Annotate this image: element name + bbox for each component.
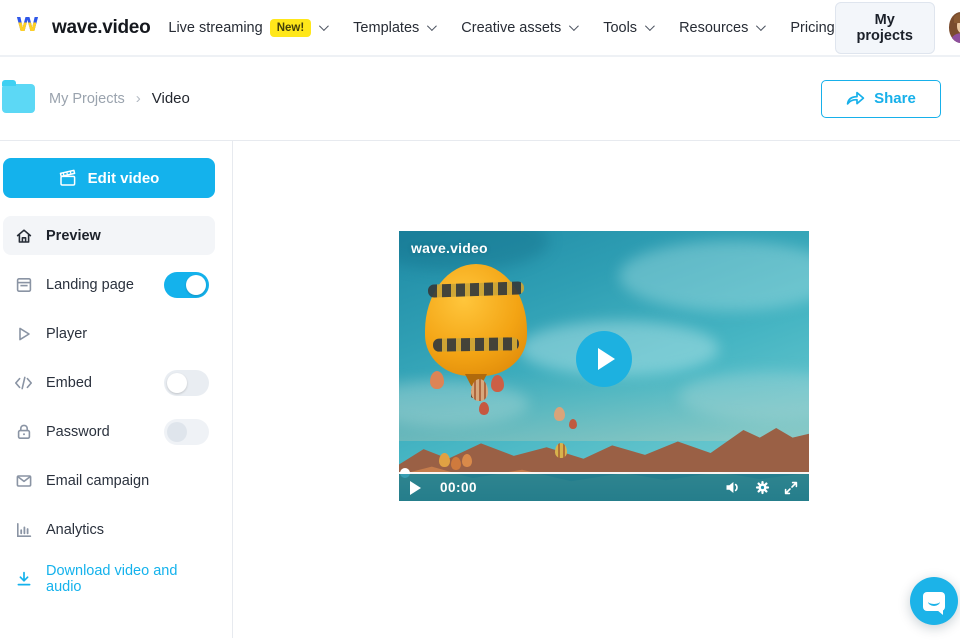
chevron-down-icon (427, 21, 438, 32)
analytics-icon (14, 520, 33, 539)
envelope-icon (14, 471, 33, 490)
nav-label: Templates (353, 19, 420, 36)
sidebar-item-landing-page[interactable]: Landing page (3, 265, 215, 304)
landing-page-toggle[interactable] (164, 271, 209, 298)
nav-label: Creative assets (461, 19, 562, 36)
nav-item-live-streaming[interactable]: Live streaming New! (168, 18, 330, 37)
nav-item-tools[interactable]: Tools (603, 19, 655, 36)
breadcrumb-separator: › (135, 90, 141, 107)
sidebar-item-label: Embed (46, 374, 92, 391)
wave-logo-icon: w w (17, 6, 38, 37)
small-balloon (479, 402, 489, 415)
sidebar-item-email-campaign[interactable]: Email campaign (3, 461, 215, 500)
sidebar-item-label: Analytics (46, 521, 105, 538)
nav-item-creative-assets[interactable]: Creative assets (461, 19, 580, 36)
nav-label: Tools (603, 19, 638, 36)
small-balloon (462, 454, 472, 467)
avatar[interactable] (948, 12, 960, 43)
video-player[interactable]: wave.video 00:00 (399, 231, 809, 501)
hot-air-balloon (425, 264, 527, 376)
breadcrumb: My Projects › Video (49, 90, 190, 107)
chat-bubble-icon (923, 591, 945, 615)
sidebar-item-embed[interactable]: Embed (3, 363, 215, 402)
play-icon[interactable] (410, 480, 421, 495)
sidebar-item-player[interactable]: Player (3, 314, 215, 353)
fullscreen-icon[interactable] (784, 481, 798, 495)
chevron-down-icon (645, 21, 655, 32)
sidebar-item-label: Landing page (46, 276, 134, 293)
chevron-down-icon (319, 21, 330, 32)
top-navbar: w w wave.video Live streaming New! Templ… (0, 0, 960, 57)
sidebar-item-label: Email campaign (46, 472, 150, 489)
sidebar-item-label: Download video and audio (46, 562, 178, 595)
small-balloon (569, 419, 577, 429)
nav-menu: Live streaming New! Templates Creative a… (168, 18, 835, 37)
play-button[interactable] (576, 331, 632, 387)
password-toggle[interactable] (164, 418, 209, 445)
play-icon (598, 348, 615, 370)
breadcrumb-my-projects[interactable]: My Projects (49, 91, 125, 107)
edit-video-label: Edit video (87, 169, 160, 187)
nav-label: Live streaming (168, 19, 263, 36)
cloud (619, 241, 809, 311)
sidebar-item-analytics[interactable]: Analytics (3, 510, 215, 549)
embed-toggle[interactable] (164, 369, 209, 396)
nav-label: Pricing (790, 19, 835, 36)
sidebar-item-password[interactable]: Password (3, 412, 215, 451)
video-watermark: wave.video (411, 240, 488, 256)
share-arrow-icon (846, 91, 865, 105)
breadcrumb-current: Video (151, 90, 190, 107)
sidebar-item-preview[interactable]: Preview (3, 216, 215, 255)
new-badge: New! (269, 18, 312, 37)
lock-icon (14, 422, 33, 441)
player-icon (14, 324, 33, 343)
nav-label: Resources (679, 19, 749, 36)
settings-icon[interactable] (755, 480, 770, 495)
nav-item-pricing[interactable]: Pricing (790, 20, 834, 36)
my-projects-button[interactable]: My projects (834, 1, 935, 54)
small-balloon (430, 371, 444, 389)
small-balloon (451, 457, 461, 470)
nav-item-templates[interactable]: Templates (353, 19, 438, 36)
share-button[interactable]: Share (821, 79, 941, 118)
small-balloon (554, 407, 565, 421)
embed-code-icon (14, 373, 33, 392)
sidebar-item-download[interactable]: Download video and audio (3, 559, 215, 598)
sidebar-item-label: Preview (46, 227, 101, 244)
chat-widget-button[interactable] (910, 577, 958, 625)
download-icon (14, 569, 33, 588)
nav-item-resources[interactable]: Resources (679, 19, 767, 36)
chevron-down-icon (569, 21, 580, 32)
brand-name: wave.video (52, 16, 151, 38)
sidebar-item-label: Player (46, 325, 88, 342)
small-balloon (471, 379, 488, 401)
small-balloon (439, 453, 450, 467)
brand-logo[interactable]: w w wave.video (17, 6, 151, 41)
edit-video-button[interactable]: Edit video (3, 158, 215, 198)
sidebar: Edit video Preview Landing page Player E… (0, 141, 233, 638)
landing-page-icon (14, 275, 33, 294)
sidebar-item-label: Password (46, 423, 110, 440)
chevron-down-icon (756, 21, 767, 32)
clapperboard-icon (59, 169, 76, 186)
preview-panel: wave.video 00:00 (233, 141, 960, 638)
home-icon (14, 226, 33, 245)
small-balloon (555, 443, 567, 458)
project-header: My Projects › Video Share (0, 57, 960, 141)
small-balloon (491, 375, 504, 392)
share-button-label: Share (874, 90, 916, 107)
time-display: 00:00 (440, 480, 478, 495)
folder-icon (2, 80, 35, 113)
volume-icon[interactable] (725, 480, 741, 495)
video-control-bar: 00:00 (399, 474, 809, 501)
